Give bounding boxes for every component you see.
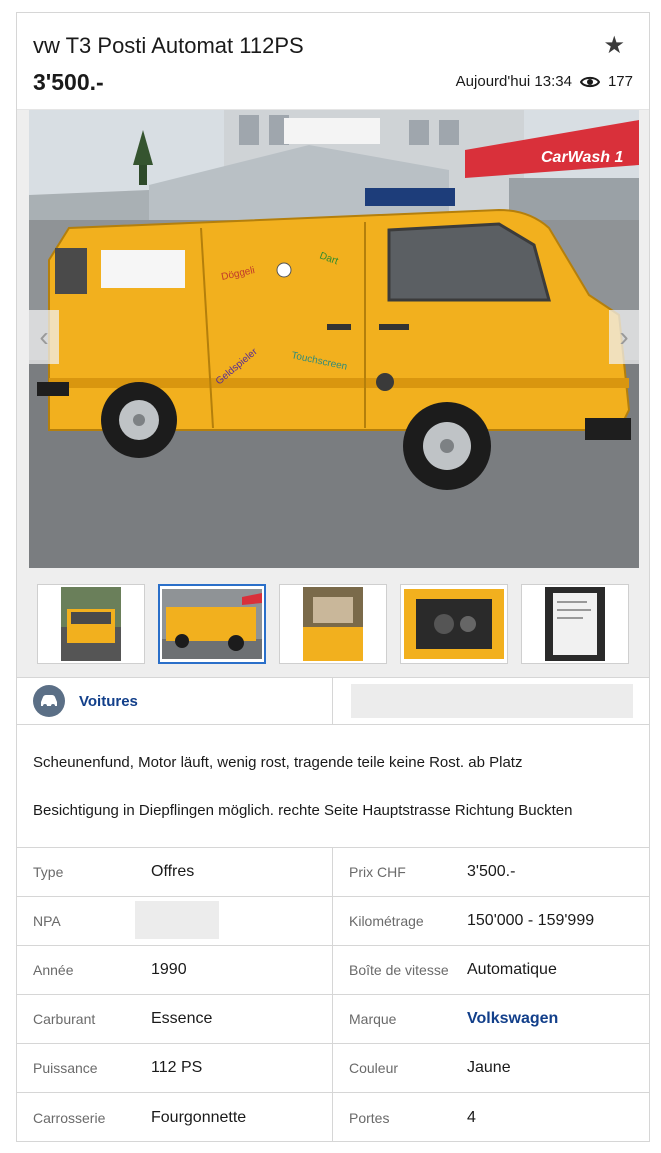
spec-row: Type Offres Prix CHF 3'500.- xyxy=(17,848,649,897)
thumbnail-interior[interactable] xyxy=(279,584,387,664)
spec-value-body: Fourgonnette xyxy=(151,1108,247,1126)
thumbnail-interior-image xyxy=(303,587,363,661)
previous-photo-button[interactable]: ‹ xyxy=(29,310,59,364)
spec-value-gearbox: Automatique xyxy=(467,961,557,978)
spec-value-color: Jaune xyxy=(467,1059,511,1076)
category-cell[interactable]: Voitures xyxy=(17,678,333,724)
favorite-star-icon[interactable]: ★ xyxy=(603,31,625,60)
spec-label-gearbox: Boîte de vitesse xyxy=(349,962,449,978)
spec-label-doors: Portes xyxy=(349,1109,390,1126)
car-icon xyxy=(33,685,65,717)
spec-label-year: Année xyxy=(33,962,74,978)
spec-label-mileage: Kilométrage xyxy=(349,913,424,929)
spec-value-fuel: Essence xyxy=(151,1010,213,1027)
spec-cell: NPA xyxy=(17,897,333,945)
spec-row: Puissance 112 PS Couleur Jaune xyxy=(17,1044,649,1093)
spec-label-power: Puissance xyxy=(33,1060,98,1076)
thumbnail-front[interactable] xyxy=(37,584,145,664)
specs-table: Type Offres Prix CHF 3'500.- NPA Kilomét… xyxy=(17,847,649,1142)
carwash-sign: CarWash 1 xyxy=(541,149,624,166)
spec-label-color: Couleur xyxy=(349,1060,399,1076)
thumbnail-document[interactable] xyxy=(521,584,629,664)
description: Scheunenfund, Motor läuft, wenig rost, t… xyxy=(33,753,633,849)
thumbnail-side-image xyxy=(162,589,262,659)
category-link[interactable]: Voitures xyxy=(79,693,138,710)
thumbnail-strip xyxy=(37,584,637,666)
thumbnail-front-image xyxy=(61,587,121,661)
posted-date: Aujourd'hui 13:34 xyxy=(455,73,572,90)
description-paragraph-1: Scheunenfund, Motor läuft, wenig rost, t… xyxy=(33,754,523,771)
spec-value-type: Offres xyxy=(151,863,195,880)
spec-cell: Type Offres xyxy=(17,848,333,896)
spec-cell: Couleur Jaune xyxy=(333,1044,649,1092)
eye-icon xyxy=(579,75,600,89)
thumbnail-document-image xyxy=(545,587,605,661)
description-paragraph-2: Besichtigung in Diepflingen möglich. rec… xyxy=(33,802,573,819)
spec-value-power: 112 PS xyxy=(151,1059,203,1076)
spec-row: Année 1990 Boîte de vitesse Automatique xyxy=(17,946,649,995)
spec-value-year: 1990 xyxy=(151,961,187,978)
spec-cell: Portes 4 xyxy=(333,1093,649,1142)
listing-price: 3'500.- xyxy=(33,69,104,95)
spec-cell: Kilométrage 150'000 - 159'999 xyxy=(333,897,649,945)
thumbnail-engine-image xyxy=(404,589,504,659)
spec-label-type: Type xyxy=(33,864,64,880)
thumbnail-engine[interactable] xyxy=(400,584,508,664)
spec-cell: Carrosserie Fourgonnette xyxy=(17,1093,333,1142)
category-row: Voitures xyxy=(17,677,649,725)
next-photo-button[interactable]: › xyxy=(609,310,639,364)
spec-value-doors: 4 xyxy=(467,1108,476,1126)
spec-label-price: Prix CHF xyxy=(349,864,406,880)
spec-row: NPA Kilométrage 150'000 - 159'999 xyxy=(17,897,649,946)
listing-title: vw T3 Posti Automat 112PS xyxy=(33,33,304,58)
listing-card: vw T3 Posti Automat 112PS ★ 3'500.- Aujo… xyxy=(16,12,650,1142)
view-count: 177 xyxy=(607,73,633,90)
spec-cell: Boîte de vitesse Automatique xyxy=(333,946,649,994)
spec-cell: Marque Volkswagen xyxy=(333,995,649,1043)
spec-label-fuel: Carburant xyxy=(33,1011,96,1027)
spec-cell: Carburant Essence xyxy=(17,995,333,1043)
redacted-npa xyxy=(135,901,219,939)
spec-cell: Prix CHF 3'500.- xyxy=(333,848,649,896)
photo-gallery: CarWash 1 Döggeli Dart Geldspieler Touch… xyxy=(17,109,649,677)
spec-label-npa: NPA xyxy=(33,913,61,929)
spec-value-brand-link[interactable]: Volkswagen xyxy=(467,1010,558,1028)
listing-header: vw T3 Posti Automat 112PS ★ 3'500.- Aujo… xyxy=(17,13,649,109)
spec-row: Carburant Essence Marque Volkswagen xyxy=(17,995,649,1044)
spec-label-body: Carrosserie xyxy=(33,1109,106,1126)
van-photo: CarWash 1 Döggeli Dart Geldspieler Touch… xyxy=(29,110,639,568)
spec-value-mileage: 150'000 - 159'999 xyxy=(467,912,595,929)
spec-cell: Puissance 112 PS xyxy=(17,1044,333,1092)
spec-value-price: 3'500.- xyxy=(467,863,516,880)
spec-cell: Année 1990 xyxy=(17,946,333,994)
thumbnail-side[interactable] xyxy=(158,584,266,664)
listing-meta: Aujourd'hui 13:34 177 xyxy=(456,73,633,90)
main-photo[interactable]: CarWash 1 Döggeli Dart Geldspieler Touch… xyxy=(29,110,639,568)
spec-row: Carrosserie Fourgonnette Portes 4 xyxy=(17,1093,649,1142)
spec-label-brand: Marque xyxy=(349,1011,397,1027)
redacted-location xyxy=(351,684,633,718)
